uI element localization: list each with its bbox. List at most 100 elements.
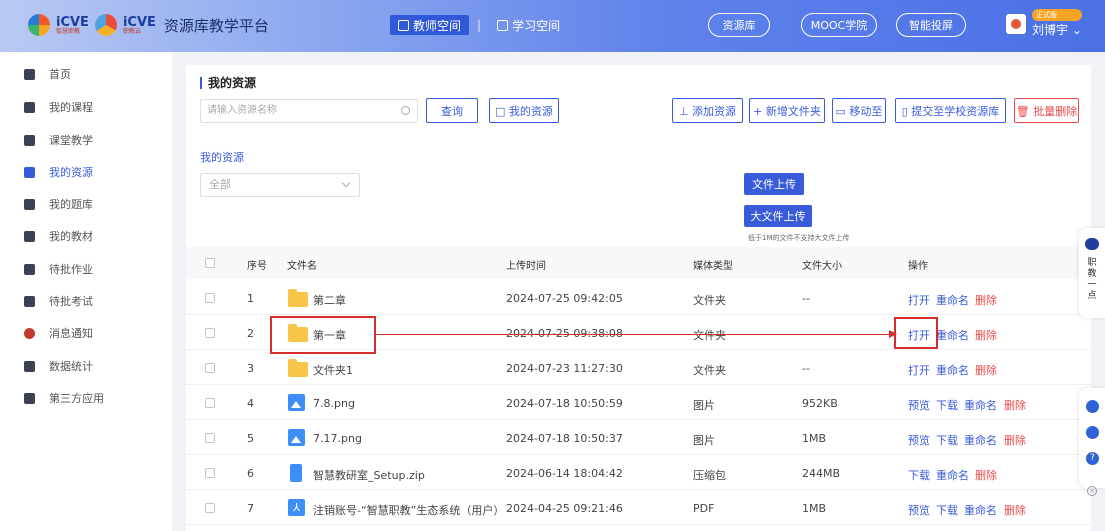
delete-link[interactable]: 删除 <box>975 467 997 483</box>
pdf-file-icon: ⅄ <box>288 499 305 516</box>
row-checkbox[interactable] <box>205 398 215 408</box>
open-link[interactable]: 打开 <box>908 362 930 378</box>
file-name[interactable]: 7.17.png <box>313 432 362 445</box>
course-icon <box>24 101 35 113</box>
nav-divider: | <box>477 18 482 32</box>
annotation-arrow-line <box>376 334 892 335</box>
row-checkbox[interactable] <box>205 433 215 443</box>
top-header: iCVE 智慧职教 iCVE 职教云 资源库教学平台 教师空间 | 学习空间 资源库… <box>0 0 1105 52</box>
delete-link[interactable]: 删除 <box>975 292 997 308</box>
delete-link[interactable]: 删除 <box>1004 432 1026 448</box>
folder-icon <box>288 289 308 307</box>
preview-link[interactable]: 预览 <box>908 397 930 413</box>
add-resource-button[interactable]: ⊥ 添加资源 <box>672 98 743 123</box>
sidebar-item-exams[interactable]: 待批考试 <box>24 291 93 311</box>
row-checkbox[interactable] <box>205 468 215 478</box>
sidebar-item-question-bank[interactable]: 我的题库 <box>24 194 93 214</box>
sidebar-item-textbooks[interactable]: 我的教材 <box>24 226 93 246</box>
delete-link[interactable]: 删除 <box>975 362 997 378</box>
download-icon[interactable] <box>1086 426 1099 439</box>
mooc-link[interactable]: MOOC学院 <box>801 13 877 37</box>
logo-icon-2 <box>94 14 117 36</box>
user-menu[interactable]: 正式版 刘博宇 ⌄ <box>1006 9 1082 38</box>
resource-library-link[interactable]: 资源库 <box>708 13 770 37</box>
rename-link[interactable]: 重命名 <box>936 292 969 308</box>
sidebar-item-home[interactable]: 首页 <box>24 64 71 84</box>
download-link[interactable]: 下载 <box>908 467 930 483</box>
sidebar-item-resources[interactable]: 我的资源 <box>24 162 93 182</box>
tab-student-space[interactable]: 学习空间 <box>489 15 568 35</box>
query-button[interactable]: 查询 <box>426 98 478 123</box>
search-input[interactable]: 请输入资源名称 <box>200 99 418 123</box>
sidebar-item-courses[interactable]: 我的课程 <box>24 97 93 117</box>
rename-link[interactable]: 重命名 <box>964 397 997 413</box>
homework-icon <box>24 263 35 275</box>
logo[interactable]: iCVE 智慧职教 iCVE 职教云 资源库教学平台 <box>28 14 269 36</box>
teacher-icon <box>398 19 409 31</box>
col-name: 文件名 <box>287 261 317 272</box>
rename-link[interactable]: 重命名 <box>936 467 969 483</box>
select-all-checkbox[interactable] <box>205 258 215 268</box>
file-name[interactable]: 7.8.png <box>313 397 355 410</box>
rename-link[interactable]: 重命名 <box>964 502 997 518</box>
sidebar-item-classroom[interactable]: 课堂教学 <box>24 130 93 150</box>
file-name[interactable]: 第二章 <box>313 292 346 308</box>
assistant-label: 职教一点 <box>1087 258 1097 301</box>
table-row: 4 7.8.png 2024-07-18 10:50:59 图片 952KB 预… <box>186 386 1091 420</box>
table-row: 5 7.17.png 2024-07-18 10:50:37 图片 1MB 预览… <box>186 421 1091 455</box>
close-icon[interactable]: × <box>1087 486 1097 496</box>
row-checkbox[interactable] <box>205 503 215 513</box>
file-name[interactable]: 注销账号-“智慧职教”生态系统（用户）操作 <box>313 502 499 518</box>
col-time: 上传时间 <box>506 261 546 272</box>
sidebar-item-homework[interactable]: 待批作业 <box>24 259 93 279</box>
submit-to-school-button[interactable]: ▯ 提交至学校资源库 <box>895 98 1006 123</box>
rename-link[interactable]: 重命名 <box>936 327 969 343</box>
file-name[interactable]: 文件夹1 <box>313 362 353 378</box>
delete-link[interactable]: 删除 <box>975 327 997 343</box>
delete-link[interactable]: 删除 <box>1004 397 1026 413</box>
batch-delete-button[interactable]: 🗑 批量删除 <box>1014 98 1079 123</box>
file-name[interactable]: 智慧教研室_Setup.zip <box>313 467 425 483</box>
question-bank-icon <box>24 198 35 210</box>
service-icon[interactable] <box>1086 400 1099 413</box>
search-icon <box>401 106 410 115</box>
new-folder-button[interactable]: + 新增文件夹 <box>749 98 825 123</box>
download-link[interactable]: 下载 <box>936 397 958 413</box>
sidebar-item-third-party[interactable]: 第三方应用 <box>24 388 104 408</box>
folder-icon <box>288 359 308 377</box>
file-upload-button[interactable]: 文件上传 <box>744 173 804 195</box>
smart-screen-link[interactable]: 智能投屏 <box>896 13 966 37</box>
table-row: 6 智慧教研室_Setup.zip 2024-06-14 18:04:42 压缩… <box>186 456 1091 490</box>
tool-widget: ? <box>1079 388 1105 488</box>
row-checkbox[interactable] <box>205 363 215 373</box>
rename-link[interactable]: 重命名 <box>964 432 997 448</box>
category-select[interactable]: 全部 <box>200 173 360 197</box>
bell-icon <box>24 327 35 339</box>
preview-link[interactable]: 预览 <box>908 432 930 448</box>
col-size: 文件大小 <box>802 261 842 272</box>
preview-link[interactable]: 预览 <box>908 502 930 518</box>
row-checkbox[interactable] <box>205 328 215 338</box>
sidebar-item-notifications[interactable]: 消息通知 <box>24 323 93 343</box>
space-switcher: 教师空间 | 学习空间 <box>390 15 568 35</box>
logo-icon <box>28 14 50 36</box>
open-link[interactable]: 打开 <box>908 292 930 308</box>
table-header: 序号 文件名 上传时间 媒体类型 文件大小 操作 <box>186 247 1091 279</box>
chevron-down-icon <box>341 178 351 188</box>
col-index: 序号 <box>247 261 267 272</box>
assistant-widget[interactable]: 职教一点 <box>1079 228 1105 318</box>
tab-teacher-space[interactable]: 教师空间 <box>390 15 470 35</box>
col-ops: 操作 <box>908 261 928 272</box>
delete-link[interactable]: 删除 <box>1004 502 1026 518</box>
version-badge: 正式版 <box>1032 9 1082 21</box>
help-icon[interactable]: ? <box>1086 452 1099 465</box>
main-panel: 我的资源 请输入资源名称 查询 □ 我的资源 ⊥ 添加资源 + 新增文件夹 ▭ … <box>186 65 1091 531</box>
download-link[interactable]: 下载 <box>936 502 958 518</box>
sidebar-item-statistics[interactable]: 数据统计 <box>24 356 93 376</box>
rename-link[interactable]: 重命名 <box>936 362 969 378</box>
row-checkbox[interactable] <box>205 293 215 303</box>
download-link[interactable]: 下载 <box>936 432 958 448</box>
large-file-upload-button[interactable]: 大文件上传 <box>744 205 812 227</box>
my-resource-button[interactable]: □ 我的资源 <box>489 98 559 123</box>
move-to-button[interactable]: ▭ 移动至 <box>832 98 886 123</box>
